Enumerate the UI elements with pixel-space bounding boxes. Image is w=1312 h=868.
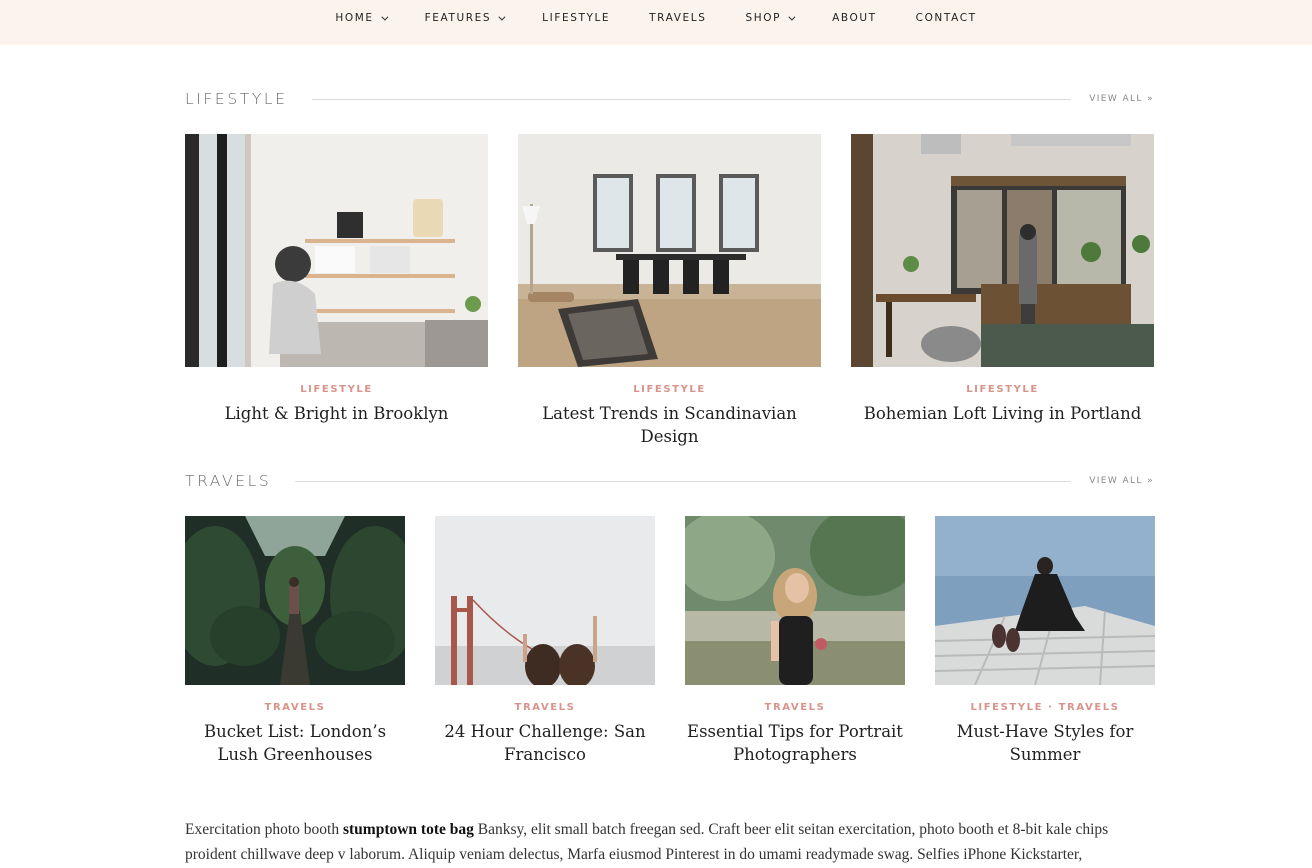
post-category: LIFESTYLE (851, 384, 1154, 395)
category-separator: · (1043, 702, 1059, 713)
post-title[interactable]: Bohemian Loft Living in Portland (851, 402, 1154, 425)
paragraph-line-2: proident chillwave deep v laborum. Aliqu… (185, 846, 1083, 863)
post-thumbnail[interactable] (435, 516, 655, 685)
view-all-link[interactable]: VIEW ALL » (1089, 94, 1154, 104)
lifestyle-section-header: LIFESTYLE VIEW ALL » (185, 89, 1154, 109)
post-thumbnail[interactable] (185, 134, 488, 367)
paragraph-text: Exercitation photo booth (185, 821, 343, 838)
post-card: TRAVELS 24 Hour Challenge: San Francisco (435, 516, 655, 776)
bright-room-photo (185, 134, 488, 367)
nav-item-shop[interactable]: SHOP (745, 12, 796, 24)
post-title[interactable]: Essential Tips for Portrait Photographer… (685, 720, 905, 766)
nav-item-label: ABOUT (832, 12, 877, 24)
post-thumbnail[interactable] (851, 134, 1154, 367)
nav-item-features[interactable]: FEATURES (424, 12, 506, 24)
dock-photo (935, 516, 1155, 685)
intro-paragraph: Exercitation photo booth stumptown tote … (185, 817, 1160, 867)
category-link[interactable]: LIFESTYLE (633, 384, 706, 395)
paragraph-bold-text: stumptown tote bag (342, 821, 474, 838)
bohemian-loft-photo (851, 134, 1154, 367)
nav-item-label: SHOP (745, 12, 782, 24)
post-category: LIFESTYLE (185, 384, 488, 395)
nav-item-home[interactable]: HOME (335, 12, 389, 24)
nav-item-label: CONTACT (915, 12, 977, 24)
category-link[interactable]: LIFESTYLE (300, 384, 373, 395)
golden-gate-photo (435, 516, 655, 685)
nav-item-label: HOME (335, 12, 374, 24)
post-title[interactable]: Bucket List: London’s Lush Greenhouses (185, 720, 405, 766)
section-divider (295, 480, 1072, 482)
post-thumbnail[interactable] (185, 516, 405, 685)
section-divider (311, 98, 1072, 100)
post-category: LIFESTYLE · TRAVELS (935, 702, 1155, 713)
category-link[interactable]: LIFESTYLE (966, 384, 1039, 395)
post-category: TRAVELS (435, 702, 655, 713)
greenhouse-photo (185, 516, 405, 685)
scandinavian-dining-photo (518, 134, 821, 367)
post-thumbnail[interactable] (685, 516, 905, 685)
paragraph-text: Banksy, elit small batch freegan sed. Cr… (473, 821, 1109, 838)
category-link[interactable]: TRAVELS (265, 702, 326, 713)
section-title: TRAVELS (185, 472, 272, 490)
post-title[interactable]: 24 Hour Challenge: San Francisco (435, 720, 655, 766)
travels-section-header: TRAVELS VIEW ALL » (185, 471, 1154, 491)
nav-item-travels[interactable]: TRAVELS (649, 12, 706, 24)
post-card: LIFESTYLE Latest Trends in Scandinavian … (518, 134, 821, 446)
category-link[interactable]: TRAVELS (515, 702, 576, 713)
portrait-photo (685, 516, 905, 685)
post-thumbnail[interactable] (518, 134, 821, 367)
post-card: LIFESTYLE Bohemian Loft Living in Portla… (851, 134, 1154, 434)
post-category: TRAVELS (685, 702, 905, 713)
chevron-down-icon (788, 13, 796, 21)
nav-item-label: TRAVELS (649, 12, 707, 24)
post-card: TRAVELS Bucket List: London’s Lush Green… (185, 516, 405, 776)
view-all-link[interactable]: VIEW ALL » (1089, 476, 1154, 486)
post-title[interactable]: Must-Have Styles for Summer (935, 720, 1155, 766)
post-category: TRAVELS (185, 702, 405, 713)
post-category: LIFESTYLE (518, 384, 821, 395)
nav-item-label: LIFESTYLE (542, 12, 611, 24)
paragraph-line-1: Exercitation photo booth stumptown tote … (185, 817, 1160, 842)
chevron-down-icon (381, 13, 389, 21)
category-link[interactable]: LIFESTYLE (970, 702, 1043, 713)
nav-item-lifestyle[interactable]: LIFESTYLE (542, 12, 610, 24)
post-card: TRAVELS Essential Tips for Portrait Phot… (685, 516, 905, 776)
post-title[interactable]: Latest Trends in Scandinavian Design (518, 402, 821, 448)
chevron-down-icon (498, 13, 506, 21)
post-thumbnail[interactable] (935, 516, 1155, 685)
post-card: LIFESTYLE Light & Bright in Brooklyn (185, 134, 488, 434)
nav-item-about[interactable]: ABOUT (832, 12, 877, 24)
nav-item-label: FEATURES (424, 12, 492, 24)
post-card: LIFESTYLE · TRAVELS Must-Have Styles for… (935, 516, 1155, 776)
post-title[interactable]: Light & Bright in Brooklyn (185, 402, 488, 425)
section-title: LIFESTYLE (185, 90, 288, 108)
category-link[interactable]: TRAVELS (1059, 702, 1120, 713)
nav-item-contact[interactable]: CONTACT (916, 12, 977, 24)
main-navigation: HOME FEATURES LIFESTYLE TRAVELS SHOP ABO… (0, 0, 1312, 45)
category-link[interactable]: TRAVELS (765, 702, 826, 713)
